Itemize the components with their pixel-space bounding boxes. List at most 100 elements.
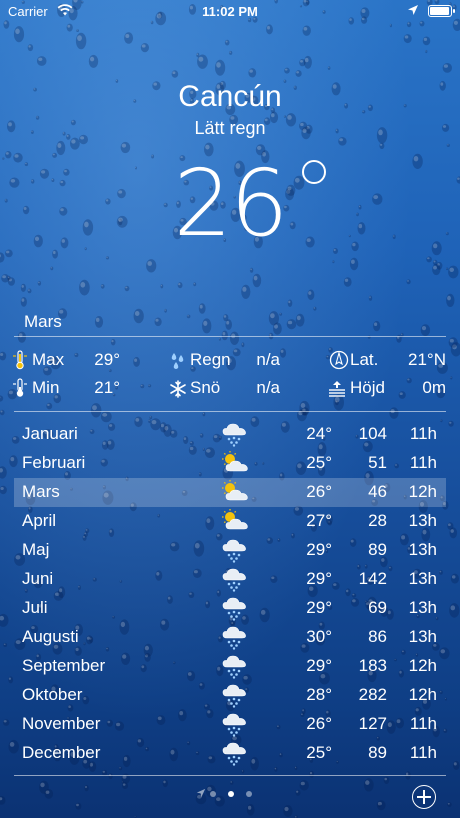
month-temperature: 28° xyxy=(306,685,332,704)
latitude-value: 21°N xyxy=(408,350,446,369)
month-temperature: 29° xyxy=(306,598,332,617)
month-row[interactable]: April 27° 28 13h xyxy=(14,507,446,536)
month-daylight-hours: 12h xyxy=(408,685,437,704)
divider xyxy=(14,336,446,337)
clock: 11:02 PM xyxy=(202,4,258,19)
weather-condition: Lätt regn xyxy=(194,118,266,138)
month-temperature: 25° xyxy=(306,453,332,472)
cloud-rain-icon xyxy=(222,626,246,650)
status-bar: Carrier 11:02 PM xyxy=(0,0,460,24)
month-precipitation: 28 xyxy=(368,511,387,530)
divider xyxy=(14,775,446,776)
cloud-rain-icon xyxy=(222,742,246,766)
month-precipitation: 51 xyxy=(368,453,387,472)
cloud-rain-icon xyxy=(222,713,246,737)
cloud-rain-icon xyxy=(222,539,246,563)
month-row[interactable]: November 26° 127 11h xyxy=(14,710,446,739)
snow-value: n/a xyxy=(256,378,280,397)
max-value: 29° xyxy=(94,350,120,369)
month-precipitation: 142 xyxy=(358,569,387,588)
snowflake-icon xyxy=(170,380,186,398)
month-temperature: 29° xyxy=(306,540,332,559)
temperature-value: 26 xyxy=(173,150,288,257)
altitude-value: 0m xyxy=(422,378,446,397)
month-temperature: 26° xyxy=(306,714,332,733)
month-temperature: 26° xyxy=(306,482,332,501)
month-precipitation: 89 xyxy=(368,743,387,762)
page-dot[interactable] xyxy=(210,791,216,797)
month-row[interactable]: September 29° 183 12h xyxy=(14,652,446,681)
month-name: Mars xyxy=(22,482,60,501)
divider xyxy=(14,411,446,412)
min-value: 21° xyxy=(94,378,120,397)
month-row[interactable]: December 25° 89 11h xyxy=(14,739,446,768)
month-row[interactable]: Januari 24° 104 11h xyxy=(14,420,446,449)
location-arrow-icon xyxy=(408,5,418,15)
month-row[interactable]: Februari 25° 51 11h xyxy=(14,449,446,478)
month-name: Juni xyxy=(22,569,54,588)
month-daylight-hours: 12h xyxy=(408,482,437,501)
month-row[interactable]: Oktober 28° 282 12h xyxy=(14,681,446,710)
page-dot[interactable] xyxy=(228,791,234,797)
page-indicator[interactable] xyxy=(0,787,460,801)
month-name: Oktober xyxy=(22,685,83,704)
cloud-rain-icon xyxy=(222,684,246,708)
cloud-rain-icon xyxy=(222,597,246,621)
month-precipitation: 127 xyxy=(358,714,387,733)
month-temperature: 29° xyxy=(306,656,332,675)
month-daylight-hours: 11h xyxy=(409,714,437,733)
battery-icon xyxy=(428,5,455,17)
selected-month-label: Mars xyxy=(24,312,62,331)
month-precipitation: 104 xyxy=(358,424,387,443)
current-location-icon xyxy=(196,788,206,798)
month-row[interactable]: Juni 29° 142 13h xyxy=(14,565,446,594)
snow-label: Snö xyxy=(190,378,221,397)
month-name: December xyxy=(22,743,101,762)
month-row[interactable]: Juli 29° 69 13h xyxy=(14,594,446,623)
month-name: Maj xyxy=(22,540,50,559)
cloud-rain-icon xyxy=(222,655,246,679)
partly-cloudy-icon xyxy=(222,480,248,501)
month-precipitation: 282 xyxy=(358,685,387,704)
month-name: Februari xyxy=(22,453,86,472)
month-daylight-hours: 13h xyxy=(408,598,437,617)
month-daylight-hours: 13h xyxy=(408,569,437,588)
degree-symbol xyxy=(302,160,326,184)
battery-level xyxy=(430,7,449,15)
page-dot[interactable] xyxy=(246,791,252,797)
rain-drops-icon xyxy=(171,353,184,369)
month-daylight-hours: 13h xyxy=(408,511,437,530)
month-name: September xyxy=(22,656,106,675)
month-name: April xyxy=(22,511,57,530)
month-name: Juli xyxy=(22,598,48,617)
cloud-rain-icon xyxy=(222,423,246,447)
month-daylight-hours: 11h xyxy=(409,424,437,443)
month-name: November xyxy=(22,714,101,733)
month-temperature: 27° xyxy=(306,511,332,530)
rain-label: Regn xyxy=(190,350,231,369)
month-name: Januari xyxy=(22,424,78,443)
month-daylight-hours: 13h xyxy=(408,540,437,559)
compass-icon xyxy=(329,350,349,370)
city-name: Cancún xyxy=(178,80,282,113)
month-name: Augusti xyxy=(22,627,79,646)
month-temperature: 30° xyxy=(306,627,332,646)
month-daylight-hours: 13h xyxy=(408,627,437,646)
thermometer-hot-icon xyxy=(13,350,27,370)
month-precipitation: 69 xyxy=(368,598,387,617)
month-daylight-hours: 12h xyxy=(408,656,437,675)
altitude-icon xyxy=(329,381,345,397)
month-row[interactable]: Augusti 30° 86 13h xyxy=(14,623,446,652)
current-temperature: 26 xyxy=(0,150,460,257)
month-temperature: 24° xyxy=(306,424,332,443)
climate-stats: Max 29° Regn n/a Lat. 21°N Min 21° Snö n… xyxy=(0,346,460,406)
month-temperature: 29° xyxy=(306,569,332,588)
month-precipitation: 183 xyxy=(358,656,387,675)
latitude-label: Lat. xyxy=(350,350,379,369)
month-row[interactable]: Maj 29° 89 13h xyxy=(14,536,446,565)
partly-cloudy-icon xyxy=(222,451,248,472)
add-location-button[interactable] xyxy=(412,785,436,809)
month-daylight-hours: 11h xyxy=(409,743,437,762)
max-label: Max xyxy=(32,350,65,369)
month-row[interactable]: Mars 26° 46 12h xyxy=(14,478,446,507)
